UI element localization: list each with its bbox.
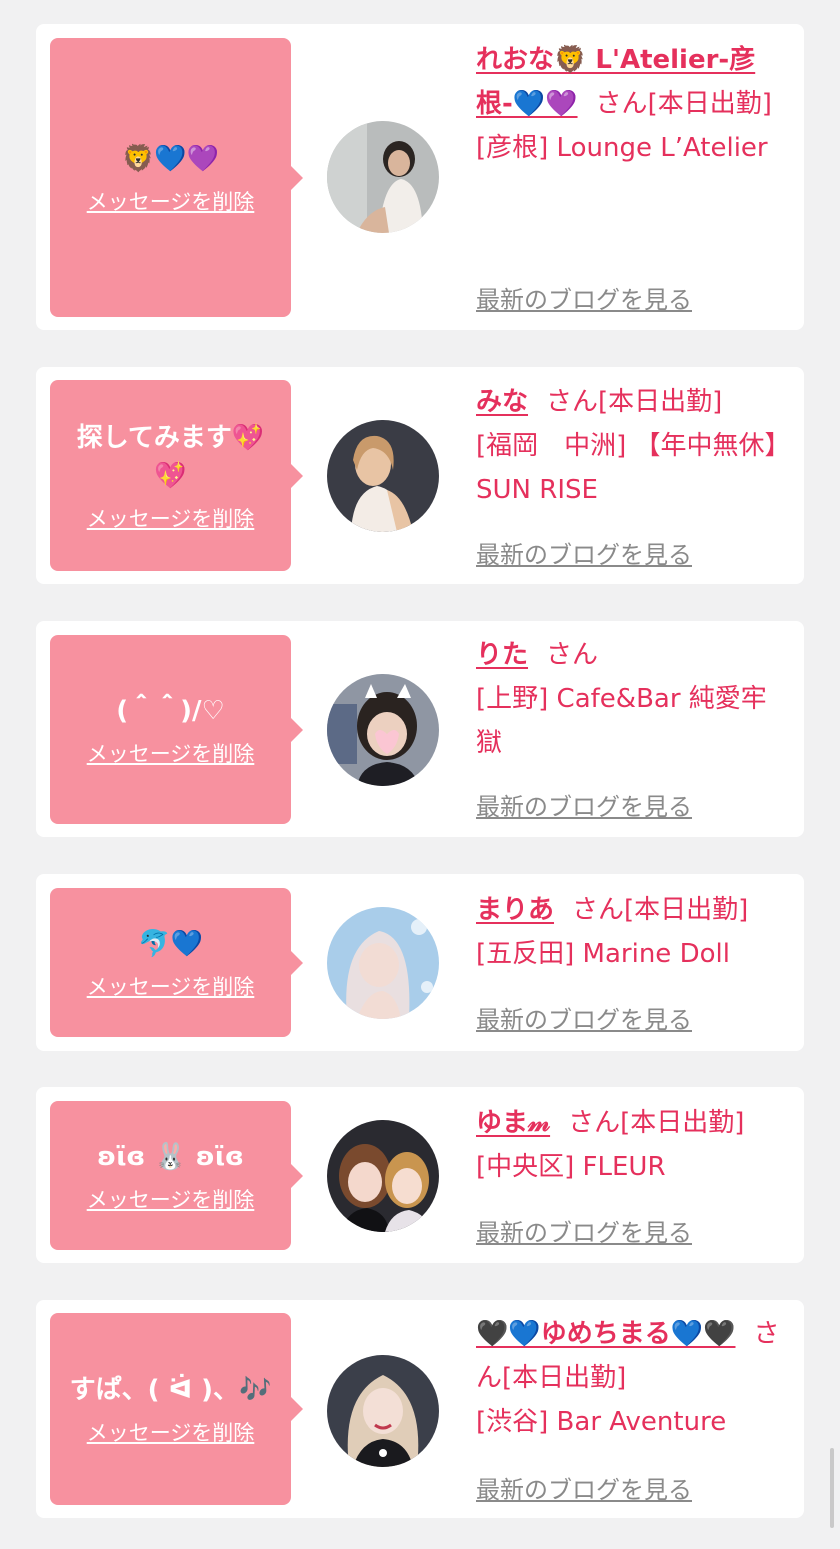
honorific: さん — [568, 1108, 621, 1138]
cast-info: ゆま𝓂 さん[本日出勤] [中央区] FLEUR — [476, 1101, 788, 1189]
message-bubble: ʚϊɞ 🐰 ʚϊɞ メッセージを削除 — [50, 1101, 303, 1250]
avatar[interactable] — [327, 674, 439, 786]
status-badge: [本日出勤] — [620, 1108, 745, 1138]
latest-blog-link[interactable]: 最新のブログを見る — [476, 787, 692, 822]
shop-name: [渋谷] Bar Aventure — [476, 1407, 727, 1437]
status-badge: [本日出勤] — [598, 387, 723, 417]
portrait-photo-icon — [327, 420, 439, 532]
cast-name-link[interactable]: 🖤💙ゆめちまる💙🖤 — [476, 1319, 736, 1349]
cast-info: まりあ さん[本日出勤] [五反田] Marine Doll — [476, 888, 788, 976]
honorific: さん — [572, 895, 625, 925]
cast-info: りた さん [上野] Cafe&Bar 純愛牢獄 — [476, 633, 788, 765]
shop-name: [福岡 中洲] 【年中無休】SUN RISE — [476, 431, 778, 505]
delete-message-link[interactable]: メッセージを削除 — [87, 1184, 255, 1214]
delete-message-link[interactable]: メッセージを削除 — [87, 1417, 255, 1447]
avatar[interactable] — [327, 907, 439, 1019]
honorific: さん — [546, 640, 599, 670]
latest-blog-link[interactable]: 最新のブログを見る — [476, 1470, 692, 1505]
latest-blog-link[interactable]: 最新のブログを見る — [476, 1000, 692, 1035]
shop-name: [彦根] Lounge L’Atelier — [476, 133, 768, 163]
message-text: (＾＾)/♡ — [116, 695, 225, 726]
message-bubble: 探してみます💖💖 メッセージを削除 — [50, 380, 303, 571]
delete-message-link[interactable]: メッセージを削除 — [87, 971, 255, 1001]
cast-name-link[interactable]: りた — [476, 640, 528, 670]
message-card: 🦁💙💜 メッセージを削除 れおな🦁 L'Atelier-彦根-💙💜 さん[本日出勤… — [36, 24, 804, 330]
avatar[interactable] — [327, 121, 439, 233]
portrait-photo-icon — [327, 674, 439, 786]
shop-name: [上野] Cafe&Bar 純愛牢獄 — [476, 684, 767, 758]
delete-message-link[interactable]: メッセージを削除 — [87, 503, 255, 533]
cast-name-link[interactable]: みな — [476, 387, 528, 417]
message-card: 探してみます💖💖 メッセージを削除 みな さん[本日出勤] [福岡 中洲] 【年中… — [36, 367, 804, 584]
message-bubble: 🦁💙💜 メッセージを削除 — [50, 38, 303, 317]
cast-info: みな さん[本日出勤] [福岡 中洲] 【年中無休】SUN RISE — [476, 380, 788, 512]
cast-name-link[interactable]: ゆま𝓂 — [476, 1108, 550, 1138]
shop-name: [中央区] FLEUR — [476, 1152, 666, 1182]
scrollbar[interactable] — [830, 1448, 834, 1528]
message-card: 🐬💙 メッセージを削除 まりあ さん[本日出勤] [五反田] Marine Dol… — [36, 874, 804, 1051]
honorific: さん — [595, 89, 648, 119]
latest-blog-link[interactable]: 最新のブログを見る — [476, 280, 692, 315]
honorific: さん — [546, 387, 599, 417]
portrait-photo-icon — [327, 907, 439, 1019]
message-text: ʚϊɞ 🐰 ʚϊɞ — [97, 1141, 244, 1172]
cast-info: 🖤💙ゆめちまる💙🖤 さん[本日出勤] [渋谷] Bar Aventure — [476, 1312, 788, 1444]
message-text: 🦁💙💜 — [121, 143, 220, 174]
portrait-photo-icon — [327, 1355, 439, 1467]
status-badge: [本日出勤] — [502, 1363, 627, 1393]
latest-blog-link[interactable]: 最新のブログを見る — [476, 1213, 692, 1248]
message-card: (＾＾)/♡ メッセージを削除 りた さん [上野] Cafe&Bar 純愛牢獄 … — [36, 621, 804, 837]
message-card: ʚϊɞ 🐰 ʚϊɞ メッセージを削除 ゆま𝓂 さん[本日出勤] [中央区] FLE… — [36, 1087, 804, 1263]
latest-blog-link[interactable]: 最新のブログを見る — [476, 535, 692, 570]
message-bubble: 🐬💙 メッセージを削除 — [50, 888, 303, 1037]
delete-message-link[interactable]: メッセージを削除 — [87, 738, 255, 768]
avatar[interactable] — [327, 1120, 439, 1232]
message-card: すぱ、( ᐛ )、🎶 メッセージを削除 🖤💙ゆめちまる💙🖤 さん[本日出勤] [渋… — [36, 1300, 804, 1518]
delete-message-link[interactable]: メッセージを削除 — [87, 186, 255, 216]
message-text: すぱ、( ᐛ )、🎶 — [69, 1375, 272, 1405]
message-bubble: すぱ、( ᐛ )、🎶 メッセージを削除 — [50, 1313, 303, 1505]
message-text: 🐬💙 — [138, 928, 203, 959]
cast-info: れおな🦁 L'Atelier-彦根-💙💜 さん[本日出勤] [彦根] Lounge… — [476, 38, 788, 170]
portrait-photo-icon — [327, 1120, 439, 1232]
status-badge: [本日出勤] — [647, 89, 772, 119]
message-text: 探してみます💖💖 — [76, 422, 265, 491]
status-badge: [本日出勤] — [624, 895, 749, 925]
cast-name-link[interactable]: まりあ — [476, 895, 554, 925]
shop-name: [五反田] Marine Doll — [476, 939, 730, 969]
message-bubble: (＾＾)/♡ メッセージを削除 — [50, 635, 303, 824]
avatar[interactable] — [327, 420, 439, 532]
avatar[interactable] — [327, 1355, 439, 1467]
portrait-photo-icon — [327, 121, 439, 233]
